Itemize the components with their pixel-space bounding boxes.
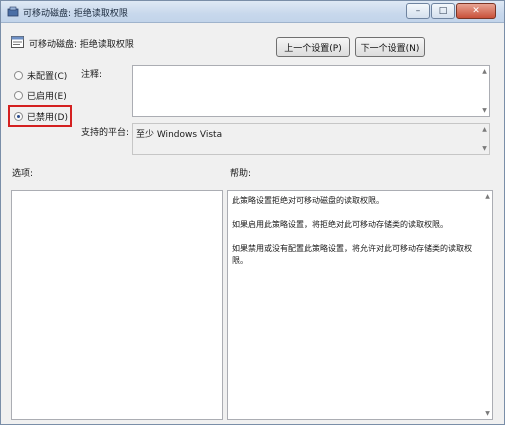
minimize-icon: – xyxy=(415,6,421,16)
next-setting-button[interactable]: 下一个设置(N) xyxy=(355,37,425,57)
help-paragraph: 如果启用此策略设置，将拒绝对此可移动存储类的读取权限。 xyxy=(232,220,448,229)
scroll-up-icon[interactable]: ▲ xyxy=(484,193,491,200)
maximize-button[interactable]: □ xyxy=(431,3,455,19)
title-bar[interactable]: 可移动磁盘: 拒绝读取权限 – □ ✕ xyxy=(1,1,504,23)
minimize-button[interactable]: – xyxy=(406,3,430,19)
options-label: 选项: xyxy=(12,169,34,179)
help-paragraph: 如果禁用或没有配置此策略设置，将允许对此可移动存储类的读取权限。 xyxy=(232,244,472,265)
policy-heading: 可移动磁盘: 拒绝读取权限 xyxy=(1,23,504,61)
help-label: 帮助: xyxy=(230,169,252,179)
close-button[interactable]: ✕ xyxy=(456,3,496,19)
radio-enabled[interactable]: 已启用(E) xyxy=(14,88,67,102)
comment-scrollbar[interactable]: ▲ ▼ xyxy=(480,66,489,116)
window-controls: – □ ✕ xyxy=(405,3,496,19)
maximize-icon: □ xyxy=(438,6,448,16)
comment-textarea[interactable]: ▲ ▼ xyxy=(132,65,490,117)
options-pane xyxy=(11,190,223,420)
policy-settings-icon xyxy=(7,6,19,17)
selection-highlight-box xyxy=(8,105,72,127)
comment-label: 注释: xyxy=(81,70,103,80)
platform-field: 至少 Windows Vista ▲ ▼ xyxy=(132,123,490,155)
platform-value: 至少 Windows Vista xyxy=(136,130,223,140)
policy-document-icon xyxy=(11,36,24,48)
page-title: 可移动磁盘: 拒绝读取权限 xyxy=(29,40,134,50)
platform-scrollbar[interactable]: ▲ ▼ xyxy=(480,124,489,154)
help-paragraph: 此策略设置拒绝对可移动磁盘的读取权限。 xyxy=(232,196,384,205)
close-icon: ✕ xyxy=(472,6,480,16)
radio-not-configured-label: 未配置(C) xyxy=(27,71,68,82)
radio-enabled-label: 已启用(E) xyxy=(27,91,67,102)
scroll-down-icon[interactable]: ▼ xyxy=(481,145,488,152)
help-text: 此策略设置拒绝对可移动磁盘的读取权限。 如果启用此策略设置，将拒绝对此可移动存储… xyxy=(232,195,477,279)
help-scrollbar[interactable]: ▲ ▼ xyxy=(483,191,492,419)
help-pane: 此策略设置拒绝对可移动磁盘的读取权限。 如果启用此策略设置，将拒绝对此可移动存储… xyxy=(227,190,493,420)
previous-setting-button[interactable]: 上一个设置(P) xyxy=(276,37,350,57)
platform-label: 支持的平台: xyxy=(81,128,130,138)
scroll-up-icon[interactable]: ▲ xyxy=(481,126,488,133)
policy-window: 可移动磁盘: 拒绝读取权限 – □ ✕ 可移动磁盘: 拒绝读取权限 上一个设置(… xyxy=(0,0,505,425)
scroll-down-icon[interactable]: ▼ xyxy=(484,410,491,417)
radio-circle[interactable] xyxy=(14,70,23,80)
radio-circle[interactable] xyxy=(14,90,23,100)
scroll-down-icon[interactable]: ▼ xyxy=(481,107,488,114)
radio-not-configured[interactable]: 未配置(C) xyxy=(14,68,67,82)
window-title: 可移动磁盘: 拒绝读取权限 xyxy=(23,9,128,19)
scroll-up-icon[interactable]: ▲ xyxy=(481,68,488,75)
